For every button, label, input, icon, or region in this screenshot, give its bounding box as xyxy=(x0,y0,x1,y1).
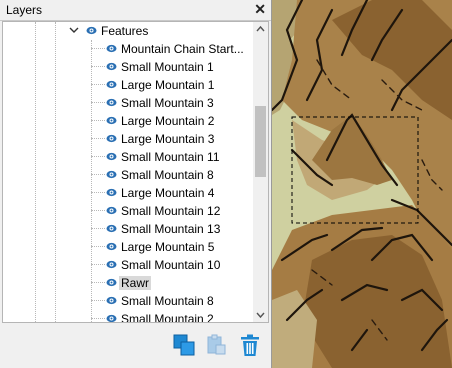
layers-toolbar xyxy=(0,323,271,368)
layers-panel: Layers ✕ Features Mountain Chain Start..… xyxy=(0,0,272,368)
layer-label: Small Mountain 12 xyxy=(121,204,221,218)
layer-row[interactable]: Small Mountain 3 xyxy=(3,94,253,112)
visibility-eye-icon[interactable] xyxy=(86,26,97,35)
layer-row[interactable]: Small Mountain 10 xyxy=(3,256,253,274)
visibility-eye-icon[interactable] xyxy=(106,296,117,305)
tree-connector xyxy=(91,84,105,85)
layer-row[interactable]: Large Mountain 4 xyxy=(3,184,253,202)
layer-row[interactable]: Mountain Chain Start... xyxy=(3,40,253,58)
trash-icon[interactable] xyxy=(238,333,262,357)
scroll-up-icon[interactable] xyxy=(253,22,268,36)
layer-label: Small Mountain 8 xyxy=(121,294,214,308)
tree-connector xyxy=(91,156,105,157)
layer-row[interactable]: Large Mountain 5 xyxy=(3,238,253,256)
layer-label: Large Mountain 1 xyxy=(121,78,215,92)
tree-connector xyxy=(91,318,105,319)
layer-row[interactable]: Small Mountain 8 xyxy=(3,166,253,184)
layer-label: Small Mountain 2 xyxy=(121,312,214,323)
visibility-eye-icon[interactable] xyxy=(106,98,117,107)
mountain-terrain-image xyxy=(272,0,452,368)
tree-scrollbar[interactable] xyxy=(253,22,268,322)
layer-row[interactable]: Large Mountain 3 xyxy=(3,130,253,148)
visibility-eye-icon[interactable] xyxy=(106,188,117,197)
layer-row[interactable]: Small Mountain 2 xyxy=(3,310,253,323)
panel-title: Layers xyxy=(6,3,43,17)
visibility-eye-icon[interactable] xyxy=(106,62,117,71)
close-icon[interactable]: ✕ xyxy=(254,1,266,18)
layer-label: Large Mountain 4 xyxy=(121,186,215,200)
visibility-eye-icon[interactable] xyxy=(106,44,117,53)
tree-connector xyxy=(91,120,105,121)
visibility-eye-icon[interactable] xyxy=(106,152,117,161)
layer-label: Small Mountain 10 xyxy=(121,258,221,272)
visibility-eye-icon[interactable] xyxy=(106,80,117,89)
tree-connector xyxy=(91,48,105,49)
panel-titlebar: Layers ✕ xyxy=(0,0,271,21)
clipboard-icon[interactable] xyxy=(204,333,228,357)
duplicate-layers-icon[interactable] xyxy=(172,333,196,357)
chevron-down-icon[interactable] xyxy=(69,25,79,35)
tree-parent-features[interactable]: Features xyxy=(3,22,253,40)
scroll-down-icon[interactable] xyxy=(253,308,268,322)
visibility-eye-icon[interactable] xyxy=(106,134,117,143)
tree-connector xyxy=(91,228,105,229)
tree-connector xyxy=(91,102,105,103)
layer-label: Large Mountain 2 xyxy=(121,114,215,128)
tree-connector xyxy=(91,246,105,247)
layer-row[interactable]: Small Mountain 1 xyxy=(3,58,253,76)
layer-label: Small Mountain 1 xyxy=(121,60,214,74)
layer-row[interactable]: Large Mountain 2 xyxy=(3,112,253,130)
tree-connector xyxy=(91,138,105,139)
map-canvas[interactable] xyxy=(272,0,452,368)
tree-connector xyxy=(91,66,105,67)
layer-label: Mountain Chain Start... xyxy=(121,42,244,56)
visibility-eye-icon[interactable] xyxy=(106,314,117,323)
layer-label: Features xyxy=(101,24,149,38)
layer-label: Small Mountain 8 xyxy=(121,168,214,182)
tree-connector xyxy=(91,174,105,175)
tree-connector xyxy=(91,282,105,283)
layer-label: Small Mountain 11 xyxy=(121,150,220,164)
layer-label: Large Mountain 3 xyxy=(121,132,215,146)
tree-connector xyxy=(91,300,105,301)
layer-row[interactable]: Large Mountain 1 xyxy=(3,76,253,94)
layer-label: Small Mountain 3 xyxy=(121,96,214,110)
tree-connector xyxy=(91,210,105,211)
visibility-eye-icon[interactable] xyxy=(106,170,117,179)
layer-row[interactable]: Small Mountain 13 xyxy=(3,220,253,238)
scrollbar-thumb[interactable] xyxy=(255,106,266,177)
layer-label: Rawr xyxy=(119,276,152,290)
layer-label: Small Mountain 13 xyxy=(121,222,221,236)
visibility-eye-icon[interactable] xyxy=(106,116,117,125)
layer-row[interactable]: Rawr xyxy=(3,274,253,292)
visibility-eye-icon[interactable] xyxy=(106,278,117,287)
visibility-eye-icon[interactable] xyxy=(106,260,117,269)
layer-row[interactable]: Small Mountain 8 xyxy=(3,292,253,310)
layer-row[interactable]: Small Mountain 12 xyxy=(3,202,253,220)
layer-tree: Features Mountain Chain Start... Small Mo… xyxy=(2,21,269,323)
layer-label: Large Mountain 5 xyxy=(121,240,215,254)
layer-row[interactable]: Small Mountain 11 xyxy=(3,148,253,166)
tree-connector xyxy=(91,264,105,265)
visibility-eye-icon[interactable] xyxy=(106,242,117,251)
visibility-eye-icon[interactable] xyxy=(106,224,117,233)
visibility-eye-icon[interactable] xyxy=(106,206,117,215)
tree-connector xyxy=(91,192,105,193)
